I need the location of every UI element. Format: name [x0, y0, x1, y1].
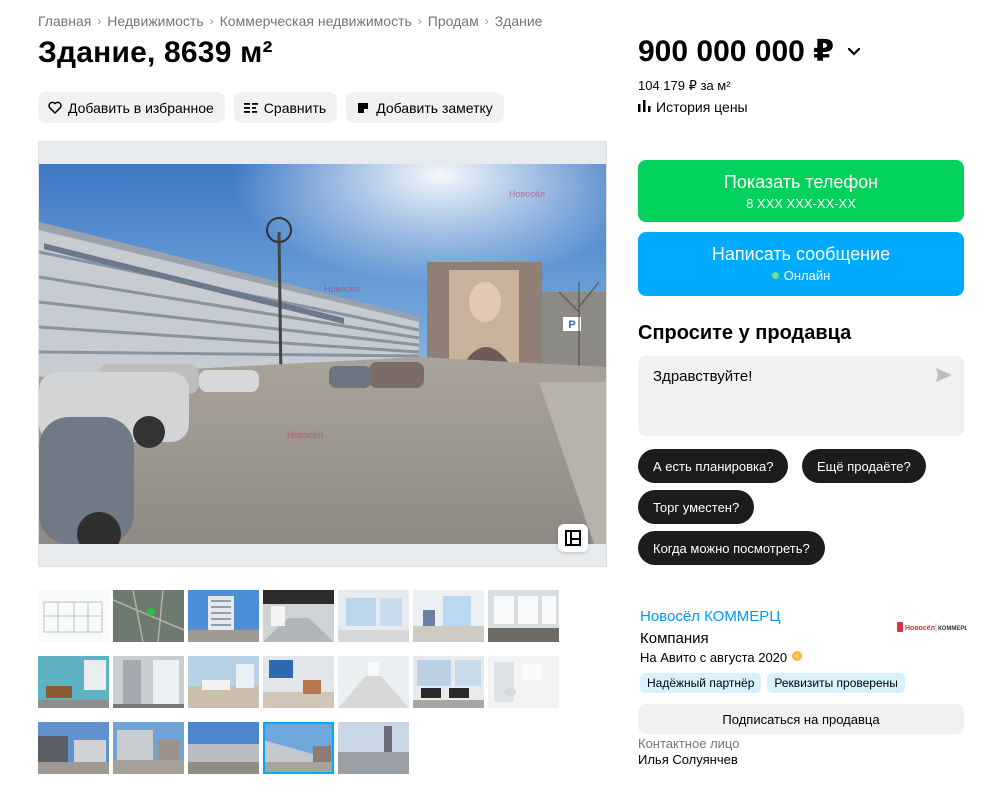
quick-question-chip[interactable]: Ещё продаёте? [802, 449, 926, 483]
thumbnail[interactable] [263, 590, 334, 642]
photo-thumbnails [38, 590, 559, 774]
thumbnail[interactable] [188, 656, 259, 708]
write-message-button[interactable]: Написать сообщение Онлайн [638, 232, 964, 296]
thumbnail[interactable] [113, 590, 184, 642]
breadcrumb-sell[interactable]: Продам [428, 13, 479, 29]
photo-watermark: Новосёл [509, 189, 545, 199]
contact-person-name: Илья Солуянчев [638, 752, 738, 767]
ask-seller-box [638, 356, 964, 436]
chevron-right-icon: › [484, 14, 489, 28]
building-street-photo: P Новосёл Новосёл Новосёл [39, 142, 606, 566]
main-photo[interactable]: P Новосёл Новосёл Новосёл [38, 141, 607, 567]
floor-plan-button[interactable] [558, 524, 588, 552]
svg-text:P: P [568, 319, 575, 331]
svg-text:КОММЕРЦ: КОММЕРЦ [938, 626, 967, 632]
trusted-partner-badge: Надёжный партнёр [640, 673, 762, 693]
chevron-down-icon[interactable] [848, 47, 861, 56]
details-verified-badge: Реквизиты проверены [767, 673, 905, 693]
quick-question-chip[interactable]: А есть планировка? [638, 449, 789, 483]
thumbnail[interactable] [488, 656, 559, 708]
add-note-button[interactable]: Добавить заметку [346, 92, 504, 123]
show-phone-button[interactable]: Показать телефон 8 XXX XXX-XX-XX [638, 160, 964, 222]
online-dot-icon [771, 272, 779, 279]
thumbnail[interactable] [113, 722, 184, 774]
thumbnail[interactable] [488, 590, 559, 642]
online-status: Онлайн [783, 268, 831, 283]
thumbnail[interactable] [413, 590, 484, 642]
thumbnail[interactable] [38, 590, 109, 642]
chevron-right-icon: › [97, 14, 102, 28]
write-message-label: Написать сообщение [711, 244, 891, 264]
thumbnail[interactable] [263, 656, 334, 708]
price-per-meter: 104 179 ₽ за м² [638, 78, 731, 93]
thumbnail[interactable] [188, 722, 259, 774]
message-input[interactable] [638, 356, 918, 416]
chevron-right-icon: › [417, 14, 422, 28]
breadcrumb-commercial[interactable]: Коммерческая недвижимость [220, 13, 412, 29]
seller-since-text: На Авито с августа 2020 [640, 650, 788, 665]
price: 900 000 000 ₽ [638, 34, 861, 69]
thumbnail[interactable] [338, 722, 409, 774]
quick-question-chip[interactable]: Торг уместен? [638, 490, 755, 524]
quick-question-chip[interactable]: Когда можно посмотреть? [638, 531, 825, 565]
heart-icon [48, 101, 62, 115]
thumbnail[interactable] [38, 656, 109, 708]
compare-icon [243, 101, 258, 115]
page-title: Здание, 8639 м² [38, 36, 273, 69]
breadcrumb-realty[interactable]: Недвижимость [107, 13, 203, 29]
seller-since: На Авито с августа 2020 [640, 650, 803, 665]
svg-text:Новосёл: Новосёл [905, 625, 935, 632]
bar-chart-icon [638, 99, 651, 115]
breadcrumb-home[interactable]: Главная [38, 13, 91, 29]
add-note-label: Добавить заметку [376, 99, 493, 116]
thumbnail[interactable] [338, 590, 409, 642]
chevron-right-icon: › [209, 14, 214, 28]
photo-watermark: Новосёл [324, 284, 360, 294]
ask-seller-title: Спросите у продавца [638, 322, 852, 344]
subscribe-seller-button[interactable]: Подписаться на продавца [638, 704, 964, 734]
seller-logo[interactable]: Новосёл КОММЕРЦ [895, 614, 967, 642]
thumbnail-active[interactable] [263, 722, 334, 774]
price-history-link[interactable]: История цены [638, 99, 748, 115]
floor-plan-icon [565, 530, 581, 546]
breadcrumb-building[interactable]: Здание [495, 13, 543, 29]
send-icon[interactable] [936, 368, 952, 387]
add-favorite-button[interactable]: Добавить в избранное [38, 92, 225, 123]
thumbnail[interactable] [113, 656, 184, 708]
thumbnail[interactable] [188, 590, 259, 642]
compare-button[interactable]: Сравнить [233, 92, 338, 123]
medal-icon [791, 650, 803, 665]
seller-name-link[interactable]: Новосёл КОММЕРЦ [640, 608, 780, 625]
phone-number: 8 XXX XXX-XX-XX [746, 196, 856, 211]
seller-badges: Надёжный партнёр Реквизиты проверены [640, 673, 905, 693]
breadcrumb: Главная › Недвижимость › Коммерческая не… [38, 13, 542, 29]
thumbnail[interactable] [38, 722, 109, 774]
thumbnail[interactable] [338, 656, 409, 708]
seller-type: Компания [640, 630, 709, 647]
price-history-label: История цены [656, 99, 748, 115]
listing-actions: Добавить в избранное Сравнить Добавить з… [38, 92, 504, 123]
photo-watermark: Новосёл [287, 430, 323, 440]
price-value: 900 000 000 ₽ [638, 35, 835, 68]
compare-label: Сравнить [263, 99, 327, 116]
show-phone-label: Показать телефон [723, 172, 879, 192]
add-favorite-label: Добавить в избранное [68, 99, 214, 116]
thumbnail[interactable] [413, 656, 484, 708]
note-icon [356, 101, 370, 115]
contact-person-label: Контактное лицо [638, 736, 740, 751]
